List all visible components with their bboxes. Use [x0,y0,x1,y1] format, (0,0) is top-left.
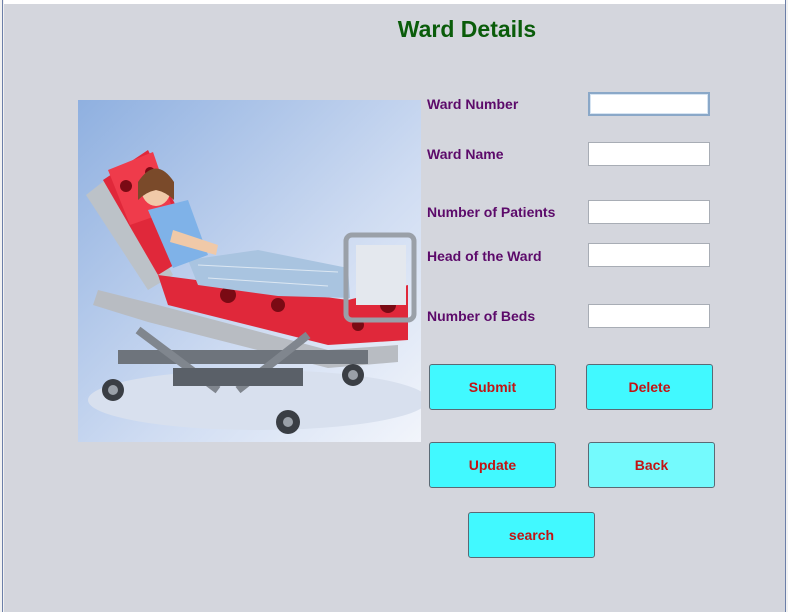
hospital-bed-photo [78,100,421,442]
ward-name-input[interactable] [588,142,710,166]
window-top-edge [0,0,788,4]
number-of-beds-input[interactable] [588,304,710,328]
page-title: Ward Details [397,16,537,42]
number-of-patients-label: Number of Patients [427,204,556,220]
ward-number-input[interactable] [588,92,710,116]
number-of-beds-label: Number of Beds [427,308,536,324]
window-right-border [785,0,786,612]
head-of-ward-label: Head of the Ward [427,248,542,264]
delete-button[interactable]: Delete [586,364,713,410]
ward-number-label: Ward Number [427,96,519,112]
submit-button[interactable]: Submit [429,364,556,410]
search-button[interactable]: search [468,512,595,558]
number-of-patients-input[interactable] [588,200,710,224]
ward-name-label: Ward Name [427,146,504,162]
head-of-ward-input[interactable] [588,243,710,267]
update-button[interactable]: Update [429,442,556,488]
window-left-border [2,0,3,612]
back-button[interactable]: Back [588,442,715,488]
